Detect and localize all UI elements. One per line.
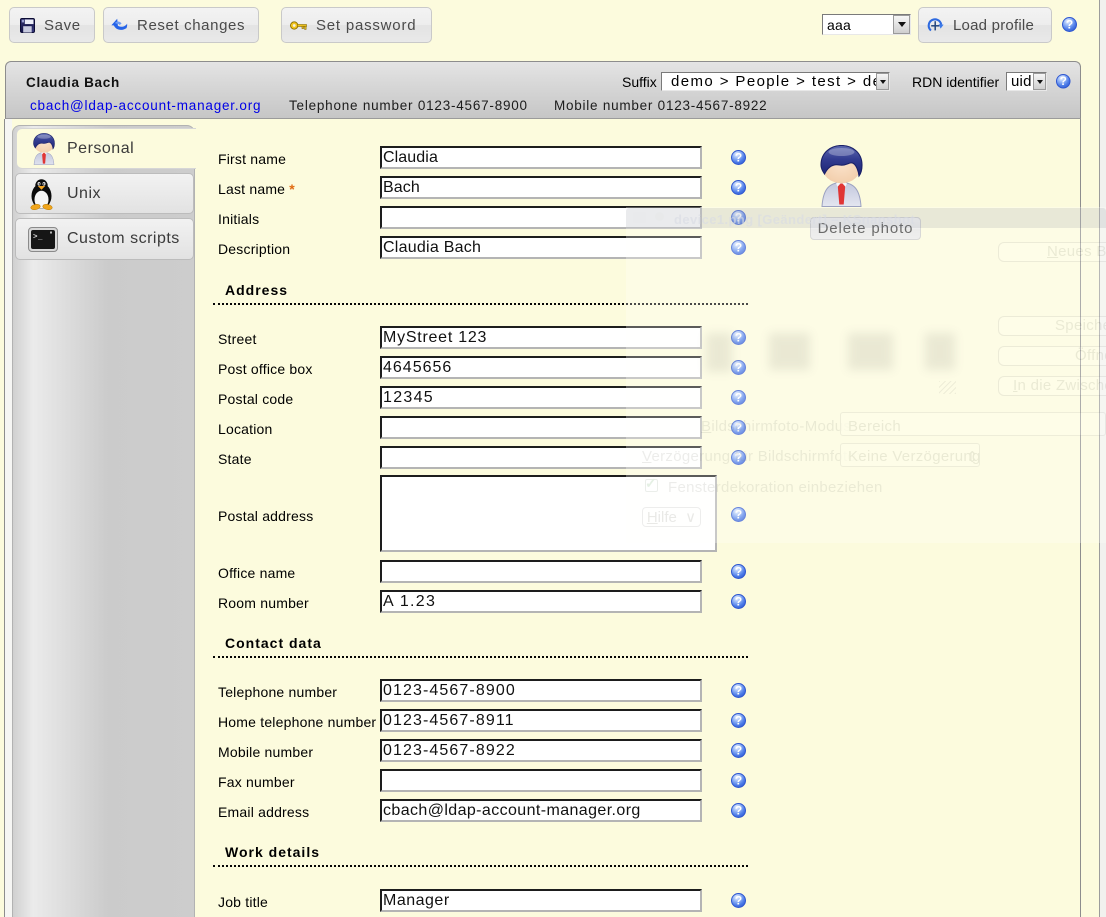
svg-text:?: ? [735,684,742,698]
svg-text:?: ? [735,804,742,818]
svg-text:?: ? [735,774,742,788]
svg-text:?: ? [735,894,742,908]
svg-text:?: ? [1066,18,1073,32]
svg-text:?: ? [735,595,742,609]
svg-text:?: ? [735,714,742,728]
svg-text:?: ? [1060,75,1067,88]
svg-text:?: ? [735,181,742,195]
svg-text:?: ? [735,151,742,165]
svg-text:>_: >_ [33,233,43,241]
svg-text:?: ? [735,744,742,758]
svg-text:?: ? [735,565,742,579]
